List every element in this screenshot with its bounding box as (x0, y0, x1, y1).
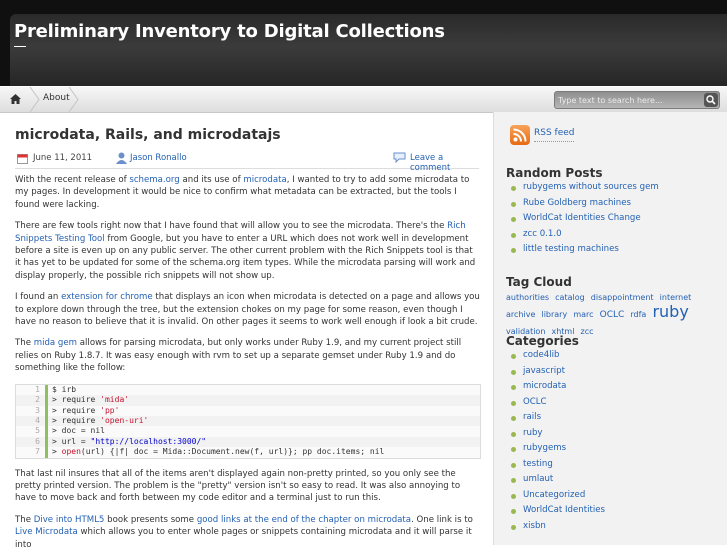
code-text: > require 'open-uri' (52, 415, 149, 425)
link-chrome-extension[interactable]: extension for chrome (61, 292, 153, 302)
category-link[interactable]: testing (510, 459, 605, 475)
search-button[interactable] (704, 93, 718, 107)
random-posts-title: Random Posts (506, 166, 603, 180)
tag-link[interactable]: library (541, 310, 567, 319)
category-link[interactable]: OCLC (510, 397, 605, 413)
search-icon (706, 95, 716, 105)
link-live-microdata[interactable]: Live Microdata (15, 527, 78, 537)
line-number: 1 (16, 384, 48, 396)
code-block: 1 $ irb 2 > require 'mida' 3 > require 'pp' 4 >… (15, 383, 481, 459)
tag-link[interactable]: OCLC (600, 310, 625, 320)
line-number: 6 (16, 436, 48, 448)
paragraph: The Dive into HTML5 book presents some g… (15, 514, 473, 550)
category-link[interactable]: microdata (510, 381, 605, 397)
search-box (554, 91, 720, 109)
random-post-link[interactable]: rubygems without sources gem (510, 182, 659, 198)
line-number: 4 (16, 415, 48, 427)
post-date: June 11, 2011 (33, 153, 93, 163)
code-line: 1 $ irb (16, 384, 480, 396)
line-number: 3 (16, 405, 48, 416)
line-number: 7 (16, 447, 48, 458)
home-icon (10, 94, 21, 104)
category-link[interactable]: javascript (510, 366, 605, 382)
paragraph: With the recent release of schema.org an… (15, 175, 470, 210)
tag-cloud: authorities catalog disappointment inter… (506, 288, 716, 339)
random-post-link[interactable]: WorldCat Identities Change (510, 213, 659, 229)
tag-cloud-title: Tag Cloud (506, 275, 572, 289)
code-text: $ irb (52, 384, 77, 394)
tag-link[interactable]: authorities (506, 293, 549, 302)
code-text: > open(url) {|f| doc = Mida::Document.ne… (52, 447, 385, 457)
category-link[interactable]: rubygems (510, 443, 605, 459)
tag-link[interactable]: marc (573, 310, 593, 319)
main-content: microdata, Rails, and microdatajs June 1… (0, 112, 493, 550)
link-microdata-chapter[interactable]: good links at the end of the chapter on … (197, 515, 411, 525)
tag-link[interactable]: ruby (652, 302, 688, 321)
calendar-icon (17, 154, 28, 164)
category-link[interactable]: Uncategorized (510, 490, 605, 506)
nav-bar: About (0, 86, 727, 113)
leave-comment-link[interactable]: Leave a comment (410, 153, 479, 173)
comment-icon (393, 152, 406, 163)
category-link[interactable]: rails (510, 412, 605, 428)
category-link[interactable]: WorldCat Identities (510, 505, 605, 521)
paragraph: I found an extension for chrome that dis… (15, 292, 480, 328)
home-button[interactable] (0, 87, 32, 112)
tag-link[interactable]: disappointment (591, 293, 654, 302)
title-underline (14, 46, 26, 47)
category-link[interactable]: code4lib (510, 350, 605, 366)
tag-link[interactable]: zcc (581, 327, 594, 336)
post-author[interactable]: Jason Ronallo (130, 153, 187, 163)
random-post-link[interactable]: Rube Goldberg machines (510, 198, 659, 214)
line-number: 2 (16, 395, 48, 406)
code-text: > url = "http://localhost:3000/" (52, 436, 207, 446)
link-dive-into-html5[interactable]: Dive into HTML5 (34, 515, 105, 525)
paragraph: The mida gem allows for parsing microdat… (15, 338, 462, 374)
code-line: 2 > require 'mida' (16, 395, 480, 406)
site-title[interactable]: Preliminary Inventory to Digital Collect… (14, 21, 445, 42)
user-icon (116, 152, 127, 164)
link-microdata[interactable]: microdata (243, 175, 286, 185)
code-line: 5 > doc = nil (16, 426, 480, 437)
code-text: > require 'mida' (52, 395, 130, 405)
nav-item-about[interactable]: About (43, 93, 70, 103)
category-link[interactable]: xisbn (510, 521, 605, 537)
nav-separator (29, 87, 40, 112)
code-text: > doc = nil (52, 426, 105, 436)
post-body: With the recent release of schema.org an… (15, 174, 481, 560)
categories-list: code4lib javascript microdata OCLC rails ruby… (510, 350, 605, 536)
random-post-link[interactable]: little testing machines (510, 244, 659, 260)
rss-icon[interactable] (510, 125, 530, 145)
category-link[interactable]: umlaut (510, 474, 605, 490)
sidebar: RSS feed Random Posts rubygems without s… (493, 112, 727, 545)
link-mida-gem[interactable]: mida gem (34, 338, 77, 348)
code-text: > require 'pp' (52, 405, 120, 415)
category-link[interactable]: ruby (510, 428, 605, 444)
post-meta: June 11, 2011 Jason Ronallo Leave a comm… (15, 152, 479, 173)
code-line: 6 > url = "http://localhost:3000/" (16, 436, 480, 448)
code-line: 7 > open(url) {|f| doc = Mida::Document.n… (16, 447, 480, 458)
rss-divider (534, 141, 574, 142)
paragraph: That last nil insures that all of the it… (15, 468, 461, 504)
code-line: 4 > require 'open-uri' (16, 415, 480, 427)
rss-feed-link[interactable]: RSS feed (534, 128, 575, 138)
search-input[interactable] (558, 93, 698, 107)
code-line: 3 > require 'pp' (16, 405, 480, 416)
link-schema-org[interactable]: schema.org (129, 175, 179, 185)
site-header: Preliminary Inventory to Digital Collect… (0, 0, 727, 86)
paragraph: There are few tools right now that I hav… (15, 221, 476, 281)
line-number: 5 (16, 426, 48, 437)
nav-separator (68, 87, 79, 112)
random-posts-list: rubygems without sources gem Rube Goldber… (510, 182, 659, 260)
rss-glyph-icon (513, 128, 527, 142)
random-post-link[interactable]: zcc 0.1.0 (510, 229, 659, 245)
categories-title: Categories (506, 334, 579, 348)
tag-link[interactable]: rdfa (630, 310, 646, 319)
tag-link[interactable]: catalog (555, 293, 585, 302)
post-title[interactable]: microdata, Rails, and microdatajs (15, 127, 281, 143)
